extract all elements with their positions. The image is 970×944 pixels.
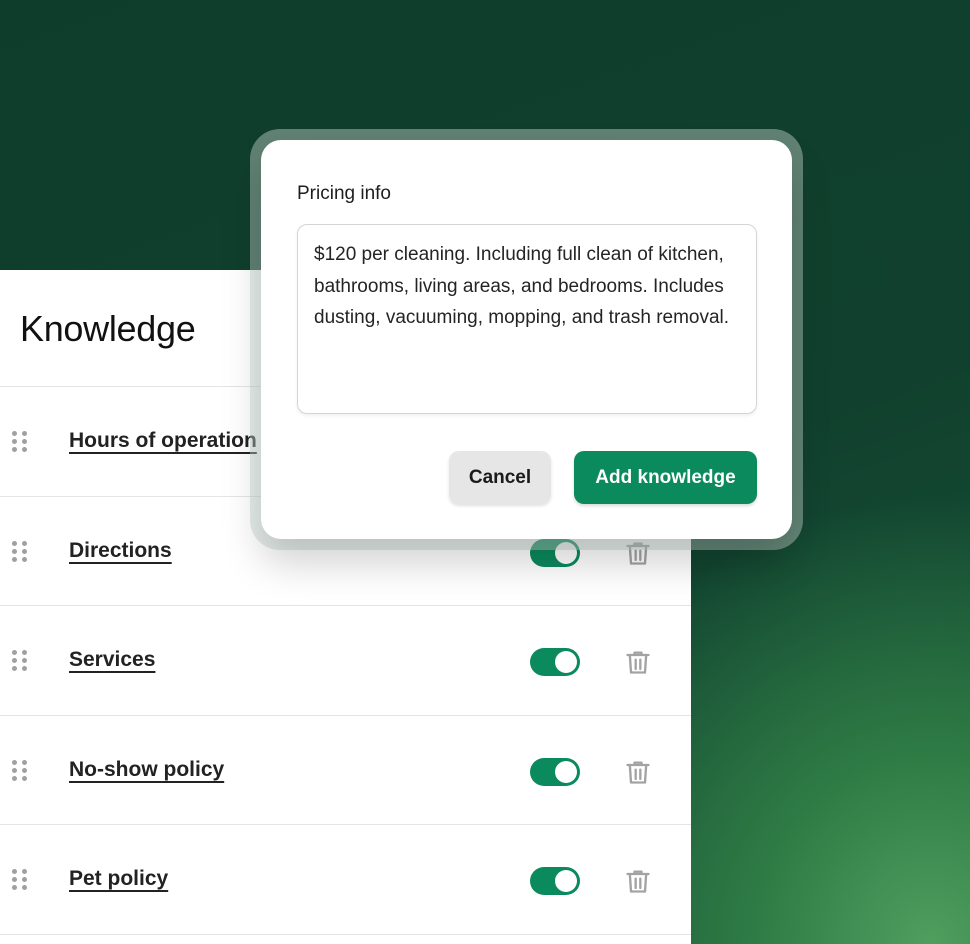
item-label[interactable]: Services [69, 648, 155, 672]
drag-handle-icon[interactable] [12, 869, 28, 891]
page-title: Knowledge [20, 308, 196, 349]
enable-toggle[interactable] [530, 867, 580, 895]
toggle-knob [555, 761, 577, 783]
drag-handle-icon[interactable] [12, 541, 28, 563]
item-label[interactable]: Hours of operation [69, 429, 257, 453]
list-divider [0, 934, 691, 944]
enable-toggle[interactable] [530, 648, 580, 676]
knowledge-textarea[interactable]: $120 per cleaning. Including full clean … [297, 224, 757, 414]
drag-handle-icon[interactable] [12, 431, 28, 453]
toggle-knob [555, 651, 577, 673]
drag-handle-icon[interactable] [12, 760, 28, 782]
list-item[interactable]: Services [0, 605, 691, 715]
enable-toggle[interactable] [530, 758, 580, 786]
trash-icon[interactable] [624, 867, 652, 895]
cancel-button[interactable]: Cancel [449, 451, 551, 504]
item-label[interactable]: No-show policy [69, 758, 224, 782]
trash-icon[interactable] [624, 758, 652, 786]
list-item[interactable]: Pet policy [0, 824, 691, 934]
add-knowledge-dialog: Pricing info $120 per cleaning. Includin… [261, 140, 792, 539]
add-knowledge-button[interactable]: Add knowledge [574, 451, 757, 504]
list-item[interactable]: No-show policy [0, 715, 691, 825]
toggle-knob [555, 870, 577, 892]
drag-handle-icon[interactable] [12, 650, 28, 672]
trash-icon[interactable] [624, 648, 652, 676]
pricing-info-label: Pricing info [297, 183, 391, 204]
item-label[interactable]: Directions [69, 539, 172, 563]
item-label[interactable]: Pet policy [69, 867, 168, 891]
